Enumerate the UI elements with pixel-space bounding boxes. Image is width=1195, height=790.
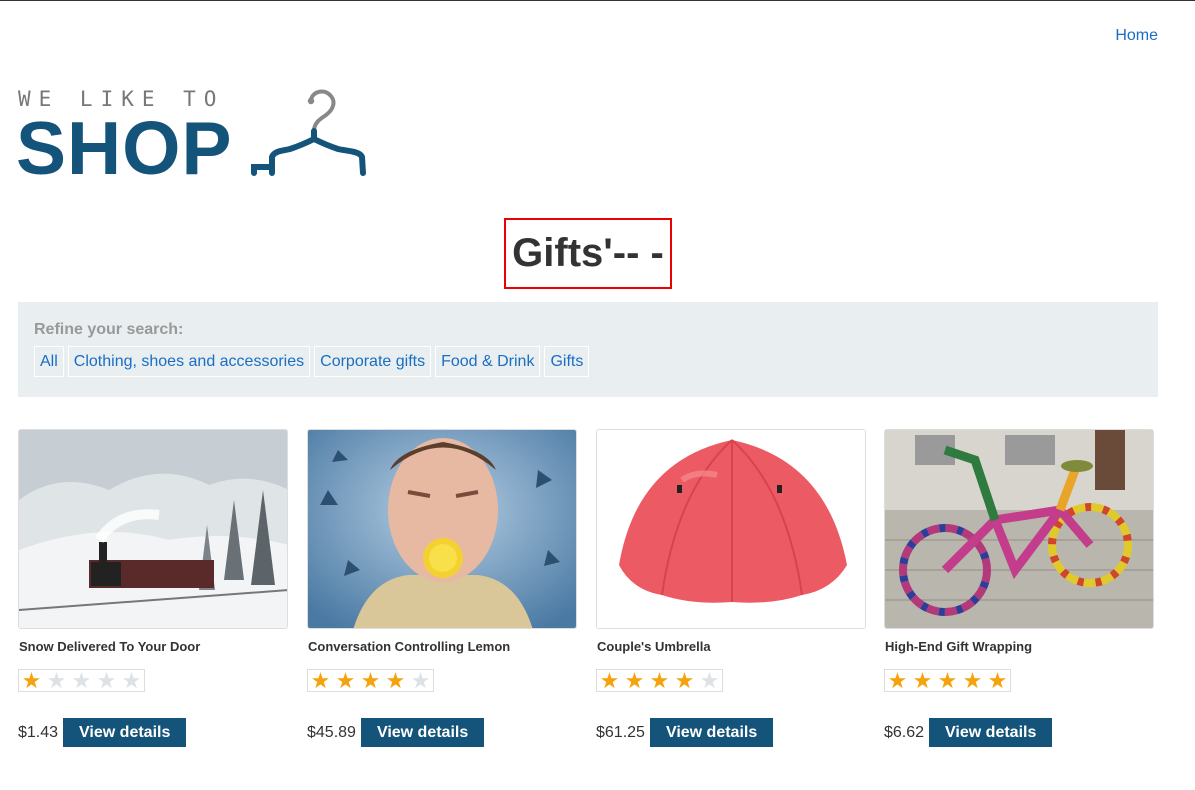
star-icon: ★ [310,668,331,693]
star-icon: ★ [912,668,933,693]
product-name[interactable]: High-End Gift Wrapping [885,639,1032,654]
view-details-button[interactable]: View details [929,718,1053,747]
hanger-icon [251,89,366,176]
product-card: Conversation Controlling Lemon ★ ★ ★ ★ ★… [307,429,577,747]
star-icon: ★ [410,668,431,693]
price-row: $45.89 View details [307,718,485,747]
product-price: $45.89 [307,723,356,741]
star-icon: ★ [674,668,695,693]
filter-all[interactable]: All [34,346,64,377]
star-rating: ★ ★ ★ ★ ★ [307,669,434,692]
star-icon: ★ [937,668,958,693]
product-image[interactable] [307,429,577,629]
category-filters: All Clothing, shoes and accessories Corp… [34,346,1142,377]
shop-logo[interactable]: WE LIKE TO SHOP [16,87,378,190]
product-card: Couple's Umbrella ★ ★ ★ ★ ★ $61.25 View … [596,429,866,747]
product-card: High-End Gift Wrapping ★ ★ ★ ★ ★ $6.62 V… [884,429,1154,747]
star-icon: ★ [71,668,92,693]
star-icon: ★ [46,668,67,693]
price-row: $61.25 View details [596,718,774,747]
star-icon: ★ [335,668,356,693]
filter-clothing[interactable]: Clothing, shoes and accessories [67,346,311,377]
snowy-train-image [19,430,287,628]
star-icon: ★ [887,668,908,693]
knitted-bicycle-image [885,430,1153,628]
product-price: $61.25 [596,723,645,741]
star-rating: ★ ★ ★ ★ ★ [596,669,723,692]
star-icon: ★ [962,668,983,693]
star-icon: ★ [599,668,620,693]
view-details-button[interactable]: View details [360,718,485,747]
view-details-button[interactable]: View details [63,718,187,747]
lemon-mouth-man-image [308,430,576,628]
red-double-umbrella-image [597,430,865,628]
page-title: Gifts'-- - [504,218,672,289]
refine-label: Refine your search: [34,321,184,338]
product-name[interactable]: Couple's Umbrella [597,639,711,654]
product-price: $1.43 [18,723,59,741]
star-icon: ★ [121,668,142,693]
star-rating: ★ ★ ★ ★ ★ [18,669,145,692]
view-details-button[interactable]: View details [649,718,774,747]
star-icon: ★ [624,668,645,693]
price-row: $1.43 View details [18,718,187,747]
star-icon: ★ [385,668,406,693]
star-rating: ★ ★ ★ ★ ★ [884,669,1011,692]
star-icon: ★ [649,668,670,693]
filter-gifts[interactable]: Gifts [544,346,590,377]
product-image[interactable] [884,429,1154,629]
star-icon: ★ [360,668,381,693]
star-icon: ★ [21,668,42,693]
product-card: Snow Delivered To Your Door ★ ★ ★ ★ ★ $1… [18,429,288,747]
home-link[interactable]: Home [1115,27,1158,45]
product-image[interactable] [596,429,866,629]
product-price: $6.62 [884,723,925,741]
star-icon: ★ [987,668,1008,693]
filter-food-drink[interactable]: Food & Drink [435,346,541,377]
star-icon: ★ [699,668,720,693]
price-row: $6.62 View details [884,718,1053,747]
logo-word: SHOP [16,106,233,190]
product-name[interactable]: Snow Delivered To Your Door [19,639,200,654]
product-image[interactable] [18,429,288,629]
star-icon: ★ [96,668,117,693]
product-name[interactable]: Conversation Controlling Lemon [308,639,510,654]
refine-search-panel: Refine your search: All Clothing, shoes … [18,302,1158,397]
filter-corporate-gifts[interactable]: Corporate gifts [314,346,432,377]
